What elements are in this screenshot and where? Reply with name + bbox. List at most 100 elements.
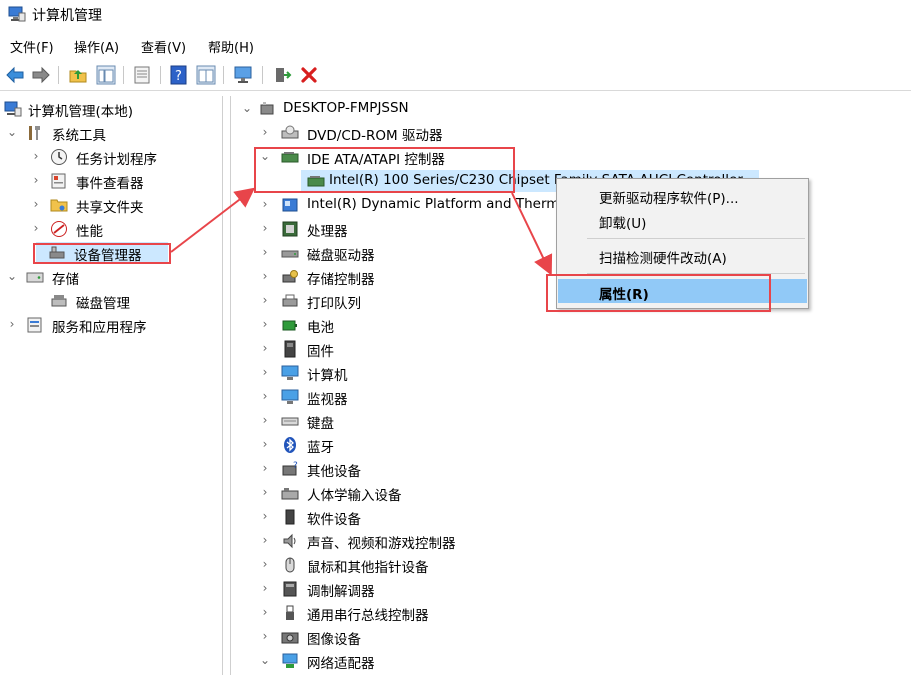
chevron-right-icon[interactable]: › [259,221,271,235]
forward-arrow-icon[interactable] [31,65,51,85]
tree-item-dvd[interactable]: › DVD/CD-ROM 驱动器 [239,122,899,144]
chevron-right-icon[interactable]: › [30,149,42,163]
svg-text:?: ? [175,69,182,84]
window-title: 计算机管理 [32,8,102,24]
tree-item-system-tools[interactable]: ⌄ 系统工具 [4,122,219,144]
chevron-right-icon[interactable]: › [30,221,42,235]
battery-icon [282,320,297,331]
tree-item-battery[interactable]: › 电池 [239,314,539,336]
view-pane-icon[interactable] [196,65,216,85]
bluetooth-icon [284,437,296,453]
tree-item-bluetooth[interactable]: › 蓝牙 [239,434,539,456]
tree-item-computer[interactable]: › 计算机 [239,362,539,384]
system-tools-icon [29,126,40,140]
menu-view[interactable]: 查看(V) [141,37,186,56]
tree-item-keyboards[interactable]: › 键盘 [239,410,539,432]
chevron-right-icon[interactable]: › [30,197,42,211]
chevron-right-icon[interactable]: › [259,413,271,427]
properties-sheet-icon[interactable] [132,65,152,85]
dvd-drive-icon [281,125,299,139]
chevron-down-icon[interactable]: ⌄ [6,125,18,139]
tree-item-dptf[interactable]: › Intel(R) Dynamic Platform and Thermal … [239,194,557,216]
menu-help[interactable]: 帮助(H) [208,37,254,56]
tree-item-disk-drives[interactable]: › 磁盘驱动器 [239,242,539,264]
chevron-right-icon[interactable]: › [259,509,271,523]
menu-action[interactable]: 操作(A) [74,37,119,56]
tree-item-monitors[interactable]: › 监视器 [239,386,539,408]
shared-folder-icon [50,199,68,212]
tree-item-storage[interactable]: ⌄ 存储 [4,266,219,288]
tree-item-processor[interactable]: › 处理器 [239,218,539,240]
chevron-right-icon[interactable]: › [259,629,271,643]
chevron-right-icon[interactable]: › [259,365,271,379]
chevron-right-icon[interactable]: › [259,533,271,547]
chevron-right-icon[interactable]: › [259,245,271,259]
disk-drive-icon [281,250,299,258]
chevron-right-icon[interactable]: › [259,317,271,331]
firmware-icon [284,340,296,358]
monitor-icon [281,365,299,380]
tree-item-performance[interactable]: › 性能 [4,218,219,240]
chevron-right-icon[interactable]: › [259,581,271,595]
chevron-right-icon[interactable]: › [30,173,42,187]
menu-item-uninstall[interactable]: 卸载(U) [558,208,807,232]
tree-item-print-queues[interactable]: › 打印队列 [239,290,539,312]
menu-item-update-driver[interactable]: 更新驱动程序软件(P)... [558,183,807,207]
svg-text:?: ? [293,461,298,471]
tree-item-computer-name[interactable]: ⌄ DESKTOP-FMPJSSN [239,98,899,120]
tree-item-modems[interactable]: › 调制解调器 [239,578,539,600]
tree-item-network[interactable]: ⌄ 网络适配器 [239,650,539,672]
title-bar: 计算机管理 [0,0,911,30]
uninstall-x-icon[interactable] [299,65,319,85]
tree-item-firmware[interactable]: › 固件 [239,338,539,360]
tree-item-shared-folders[interactable]: › 共享文件夹 [4,194,219,216]
menu-file[interactable]: 文件(F) [10,37,54,56]
navigation-tree: 计算机管理(本地) ⌄ 系统工具 › 任务计划程序 › 事件查看器 › 共享文件… [0,96,223,675]
services-apps-icon [27,317,42,333]
modem-icon [283,581,297,597]
chevron-right-icon[interactable]: › [259,125,271,139]
tree-item-sound[interactable]: › 声音、视频和游戏控制器 [239,530,539,552]
tree-item-disk-management[interactable]: 磁盘管理 [4,290,219,312]
tree-item-software-devices[interactable]: › 软件设备 [239,506,539,528]
tree-item-computer-management[interactable]: 计算机管理(本地) [4,98,219,120]
processor-icon [282,221,298,237]
chevron-right-icon[interactable]: › [259,605,271,619]
tree-item-usb[interactable]: › 通用串行总线控制器 [239,602,539,624]
tree-item-mice[interactable]: › 鼠标和其他指针设备 [239,554,539,576]
chevron-right-icon[interactable]: › [6,317,18,331]
show-hide-tree-icon[interactable] [96,65,116,85]
highlight-properties [546,274,771,312]
chevron-right-icon[interactable]: › [259,269,271,283]
chevron-down-icon[interactable]: ⌄ [259,653,271,667]
chevron-right-icon[interactable]: › [259,485,271,499]
clock-icon [51,149,67,165]
tree-item-hid[interactable]: › 人体学输入设备 [239,482,539,504]
tree-item-event-viewer[interactable]: › 事件查看器 [4,170,219,192]
tree-item-task-scheduler[interactable]: › 任务计划程序 [4,146,219,168]
chevron-right-icon[interactable]: › [259,437,271,451]
up-folder-icon[interactable] [68,65,88,85]
chevron-down-icon[interactable]: ⌄ [6,269,18,283]
software-device-icon [285,509,295,525]
tree-item-imaging[interactable]: › 图像设备 [239,626,539,648]
tree-item-services-apps[interactable]: › 服务和应用程序 [4,314,219,336]
chevron-right-icon[interactable]: › [259,341,271,355]
tree-item-storage-controllers[interactable]: › 存储控制器 [239,266,539,288]
help-icon[interactable]: ? [169,65,189,85]
chevron-right-icon[interactable]: › [259,293,271,307]
chevron-right-icon[interactable]: › [259,389,271,403]
update-driver-icon[interactable] [272,65,292,85]
performance-icon [51,221,67,237]
chevron-down-icon[interactable]: ⌄ [241,101,253,115]
system-device-icon [282,198,298,212]
chevron-right-icon[interactable]: › [259,557,271,571]
menu-item-scan-hardware[interactable]: 扫描检测硬件改动(A) [558,243,807,267]
chevron-right-icon[interactable]: › [259,197,271,211]
tree-item-other-devices[interactable]: › ? 其他设备 [239,458,539,480]
back-arrow-icon[interactable] [5,65,25,85]
network-adapter-icon [282,653,298,668]
chevron-right-icon[interactable]: › [259,461,271,475]
monitor-scan-icon[interactable] [233,65,253,85]
disk-management-icon [51,295,67,307]
